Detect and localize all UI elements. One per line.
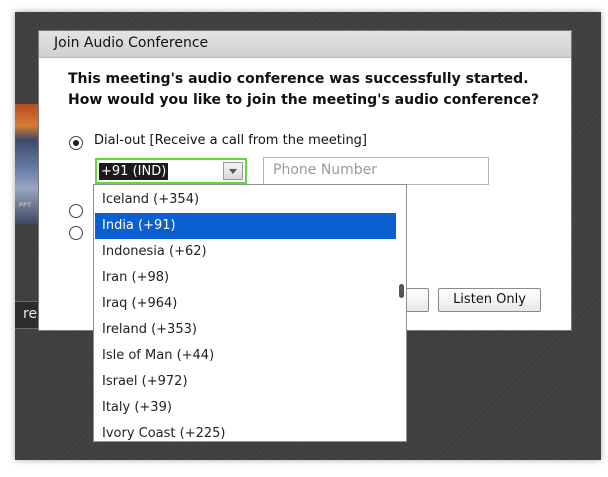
dropdown-item[interactable]: Isle of Man (+44) bbox=[95, 343, 396, 369]
country-code-value: +91 (IND) bbox=[99, 163, 169, 180]
dropdown-item[interactable]: Iceland (+354) bbox=[95, 187, 396, 213]
dropdown-item[interactable]: Ivory Coast (+225) bbox=[95, 421, 396, 441]
radio-option-2[interactable] bbox=[69, 204, 83, 218]
prompt-line-2: How would you like to join the meeting's… bbox=[68, 92, 540, 108]
dropdown-item[interactable]: Israel (+972) bbox=[95, 369, 396, 395]
radio-dial-out[interactable] bbox=[69, 136, 83, 150]
country-code-dropdown[interactable]: Iceland (+354) India (+91) Indonesia (+6… bbox=[93, 184, 407, 442]
radio-selected-dot bbox=[73, 140, 79, 146]
dropdown-scrollbar-thumb[interactable] bbox=[399, 284, 404, 298]
prompt-line-1: This meeting's audio conference was succ… bbox=[68, 71, 529, 87]
listen-only-button[interactable]: Listen Only bbox=[438, 288, 541, 312]
partially-hidden-button-label: re bbox=[23, 306, 38, 322]
dialog-prompt: This meeting's audio conference was succ… bbox=[68, 69, 539, 111]
phone-number-input[interactable]: Phone Number bbox=[263, 157, 489, 185]
dropdown-item-selected[interactable]: India (+91) bbox=[95, 213, 396, 239]
country-code-select[interactable]: +91 (IND) bbox=[95, 158, 247, 184]
dropdown-item[interactable]: Iraq (+964) bbox=[95, 291, 396, 317]
radio-dial-out-label[interactable]: Dial-out [Receive a call from the meetin… bbox=[94, 133, 367, 148]
dropdown-item[interactable]: Ireland (+353) bbox=[95, 317, 396, 343]
dropdown-item[interactable]: Iran (+98) bbox=[95, 265, 396, 291]
thumbnail-label: PPT bbox=[19, 202, 32, 209]
dialog-title: Join Audio Conference bbox=[54, 35, 209, 51]
dialog-title-bar[interactable]: Join Audio Conference bbox=[39, 31, 571, 58]
dropdown-item[interactable]: Indonesia (+62) bbox=[95, 239, 396, 265]
chevron-down-icon[interactable] bbox=[223, 162, 243, 180]
dropdown-item[interactable]: Italy (+39) bbox=[95, 395, 396, 421]
radio-option-3[interactable] bbox=[69, 226, 83, 240]
